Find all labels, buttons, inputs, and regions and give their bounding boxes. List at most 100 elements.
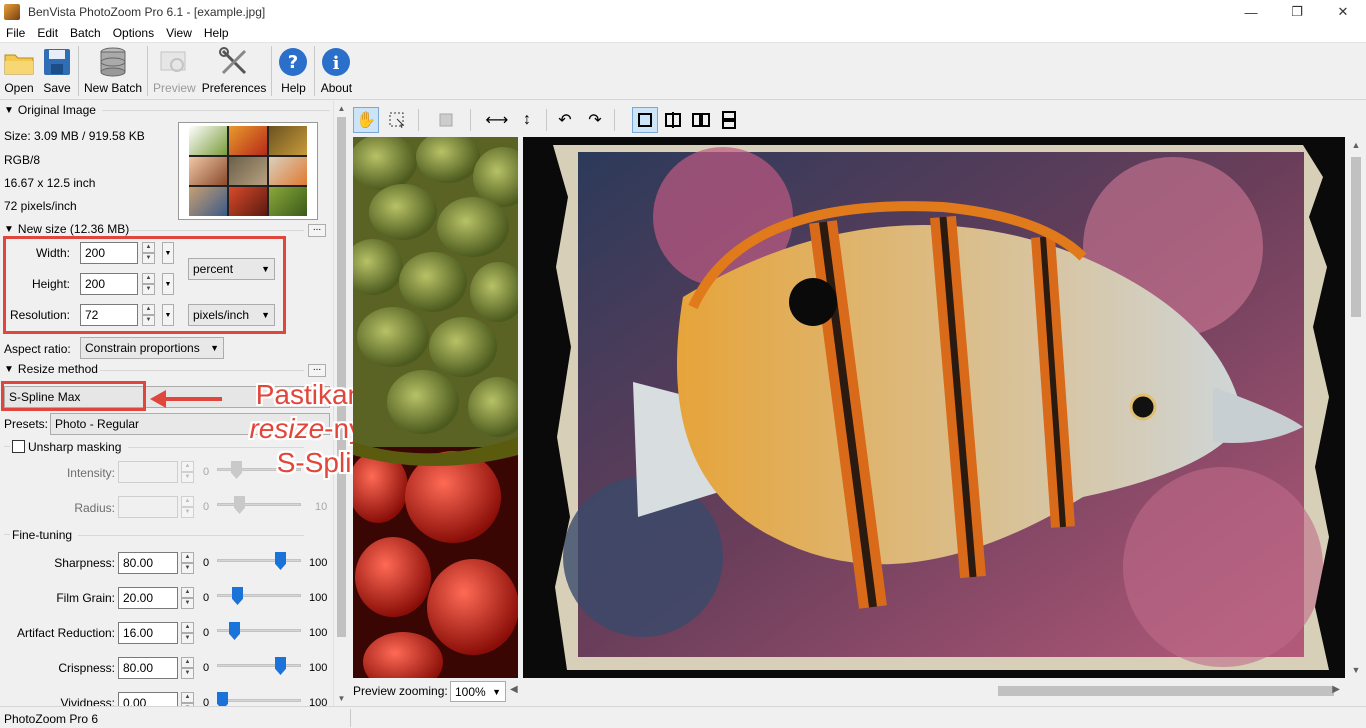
preferences-button[interactable]: Preferences: [199, 45, 270, 99]
help-icon: ?: [277, 46, 309, 78]
new-size-header[interactable]: ▼ New size (12.36 MB): [4, 222, 129, 236]
scroll-up-icon[interactable]: ▲: [1346, 137, 1366, 153]
artifact-reduction-spinner[interactable]: ▲ ▼: [181, 622, 194, 644]
resize-more-button[interactable]: ...: [308, 363, 326, 377]
scroll-right-icon[interactable]: ▶: [1332, 684, 1340, 695]
split-view-icon[interactable]: [660, 107, 686, 133]
close-button[interactable]: ✕: [1320, 0, 1366, 24]
sharpness-input[interactable]: [118, 552, 178, 574]
flip-horizontal-icon[interactable]: ⟷: [484, 107, 510, 133]
crispness-min: 0: [203, 662, 210, 674]
rotate-right-icon[interactable]: ↷: [582, 107, 608, 133]
tools-icon: [218, 46, 250, 78]
preview-zoom-select[interactable]: 100% ▼: [450, 681, 506, 702]
minimize-button[interactable]: —: [1228, 0, 1274, 24]
intensity-spinner[interactable]: ▲ ▼: [181, 461, 194, 483]
menu-options[interactable]: Options: [107, 26, 160, 40]
floppy-disk-icon: [41, 46, 73, 78]
fine-tuning-header: Fine-tuning: [12, 528, 73, 542]
svg-text:i: i: [333, 53, 340, 74]
sharpness-slider[interactable]: [217, 550, 301, 570]
film-grain-slider-knob[interactable]: [232, 587, 243, 605]
menu-batch[interactable]: Batch: [64, 26, 107, 40]
film-grain-spinner[interactable]: ▲ ▼: [181, 587, 194, 609]
vividness-max: 100: [309, 697, 328, 706]
vividness-input[interactable]: [118, 692, 178, 706]
crispness-spinner[interactable]: ▲ ▼: [181, 657, 194, 679]
single-view-icon[interactable]: [632, 107, 658, 133]
scrollbar-thumb[interactable]: [1351, 157, 1361, 317]
radius-max: 10: [315, 501, 328, 513]
save-button[interactable]: Save: [38, 45, 76, 99]
original-thumbnail[interactable]: [178, 122, 318, 220]
open-button[interactable]: Open: [0, 45, 38, 99]
crop-icon[interactable]: [433, 107, 459, 133]
crispness-slider-knob[interactable]: [275, 657, 286, 675]
scroll-left-icon[interactable]: ◀: [510, 684, 518, 695]
sharpness-slider-knob[interactable]: [275, 552, 286, 570]
collapse-triangle-icon: ▼: [4, 363, 14, 375]
selection-tool-icon[interactable]: [384, 107, 410, 133]
preview-horizontal-scrollbar[interactable]: ◀ ▶: [510, 684, 1340, 698]
flip-vertical-icon[interactable]: ↕: [514, 107, 540, 133]
original-size: Size: 3.09 MB / 919.58 KB: [4, 129, 145, 143]
original-image-header[interactable]: ▼ Original Image: [4, 103, 96, 117]
sharpness-spinner[interactable]: ▲ ▼: [181, 552, 194, 574]
new-batch-button[interactable]: New Batch: [81, 45, 145, 99]
collapse-triangle-icon: ▼: [4, 223, 14, 235]
film-grain-input[interactable]: [118, 587, 178, 609]
scroll-up-icon[interactable]: ▲: [334, 101, 349, 116]
artifact-reduction-input[interactable]: [118, 622, 178, 644]
side-by-side-icon[interactable]: [688, 107, 714, 133]
vividness-spinner[interactable]: ▲▼: [181, 692, 194, 706]
stacked-view-icon[interactable]: [716, 107, 742, 133]
crispness-slider[interactable]: [217, 655, 301, 675]
toolbar-separator: [78, 46, 79, 96]
app-icon: [4, 4, 20, 20]
hand-tool-icon[interactable]: ✋: [353, 107, 379, 133]
status-bar: PhotoZoom Pro 6: [0, 706, 1366, 728]
scroll-down-icon[interactable]: ▼: [334, 691, 349, 706]
artifact-reduction-slider[interactable]: [217, 620, 301, 640]
rotate-left-icon[interactable]: ↶: [552, 107, 578, 133]
database-icon: [97, 46, 129, 78]
crispness-input[interactable]: [118, 657, 178, 679]
menu-file[interactable]: File: [0, 26, 31, 40]
vividness-slider-knob[interactable]: [217, 692, 228, 706]
vividness-slider[interactable]: [217, 690, 301, 706]
presets-label: Presets:: [4, 417, 49, 431]
preview-toolbar: ✋ ⟷ ↕ ↶ ↷: [348, 101, 1366, 137]
film-grain-slider[interactable]: [217, 585, 301, 605]
artifact-reduction-slider-knob[interactable]: [229, 622, 240, 640]
radius-label: Radius:: [74, 501, 115, 515]
preview-button[interactable]: Preview: [150, 45, 199, 99]
status-divider: [350, 709, 351, 727]
menu-help[interactable]: Help: [198, 26, 235, 40]
resize-method-header[interactable]: ▼ Resize method: [4, 362, 98, 376]
help-button[interactable]: ? Help: [274, 45, 312, 99]
intensity-min: 0: [203, 466, 210, 478]
new-size-more-button[interactable]: ...: [308, 223, 326, 237]
maximize-button[interactable]: ❐: [1274, 0, 1320, 24]
result-preview-pane[interactable]: [523, 137, 1345, 678]
vividness-label: Vividness:: [60, 696, 115, 706]
radius-input[interactable]: [118, 496, 178, 518]
about-button[interactable]: i About: [317, 45, 355, 99]
toolbar-separator: [418, 109, 419, 131]
intensity-input[interactable]: [118, 461, 178, 483]
original-preview-pane[interactable]: [353, 137, 518, 678]
original-mode: RGB/8: [4, 153, 41, 167]
aspect-ratio-select[interactable]: Constrain proportions ▼: [80, 337, 224, 359]
folder-icon: [3, 46, 35, 78]
original-dimensions: 16.67 x 12.5 inch: [4, 176, 96, 190]
preview-bottom-bar: Preview zooming: 100% ▼ ◀ ▶: [348, 680, 1366, 704]
scrollbar-thumb[interactable]: [337, 117, 346, 637]
preview-vertical-scrollbar[interactable]: ▲ ▼: [1346, 137, 1366, 678]
radius-slider[interactable]: [217, 494, 301, 514]
menu-edit[interactable]: Edit: [31, 26, 64, 40]
radius-spinner[interactable]: ▲ ▼: [181, 496, 194, 518]
menu-view[interactable]: View: [160, 26, 198, 40]
unsharp-masking-checkbox[interactable]: [12, 440, 25, 453]
scroll-down-icon[interactable]: ▼: [1346, 662, 1366, 678]
scrollbar-thumb[interactable]: [998, 686, 1334, 696]
